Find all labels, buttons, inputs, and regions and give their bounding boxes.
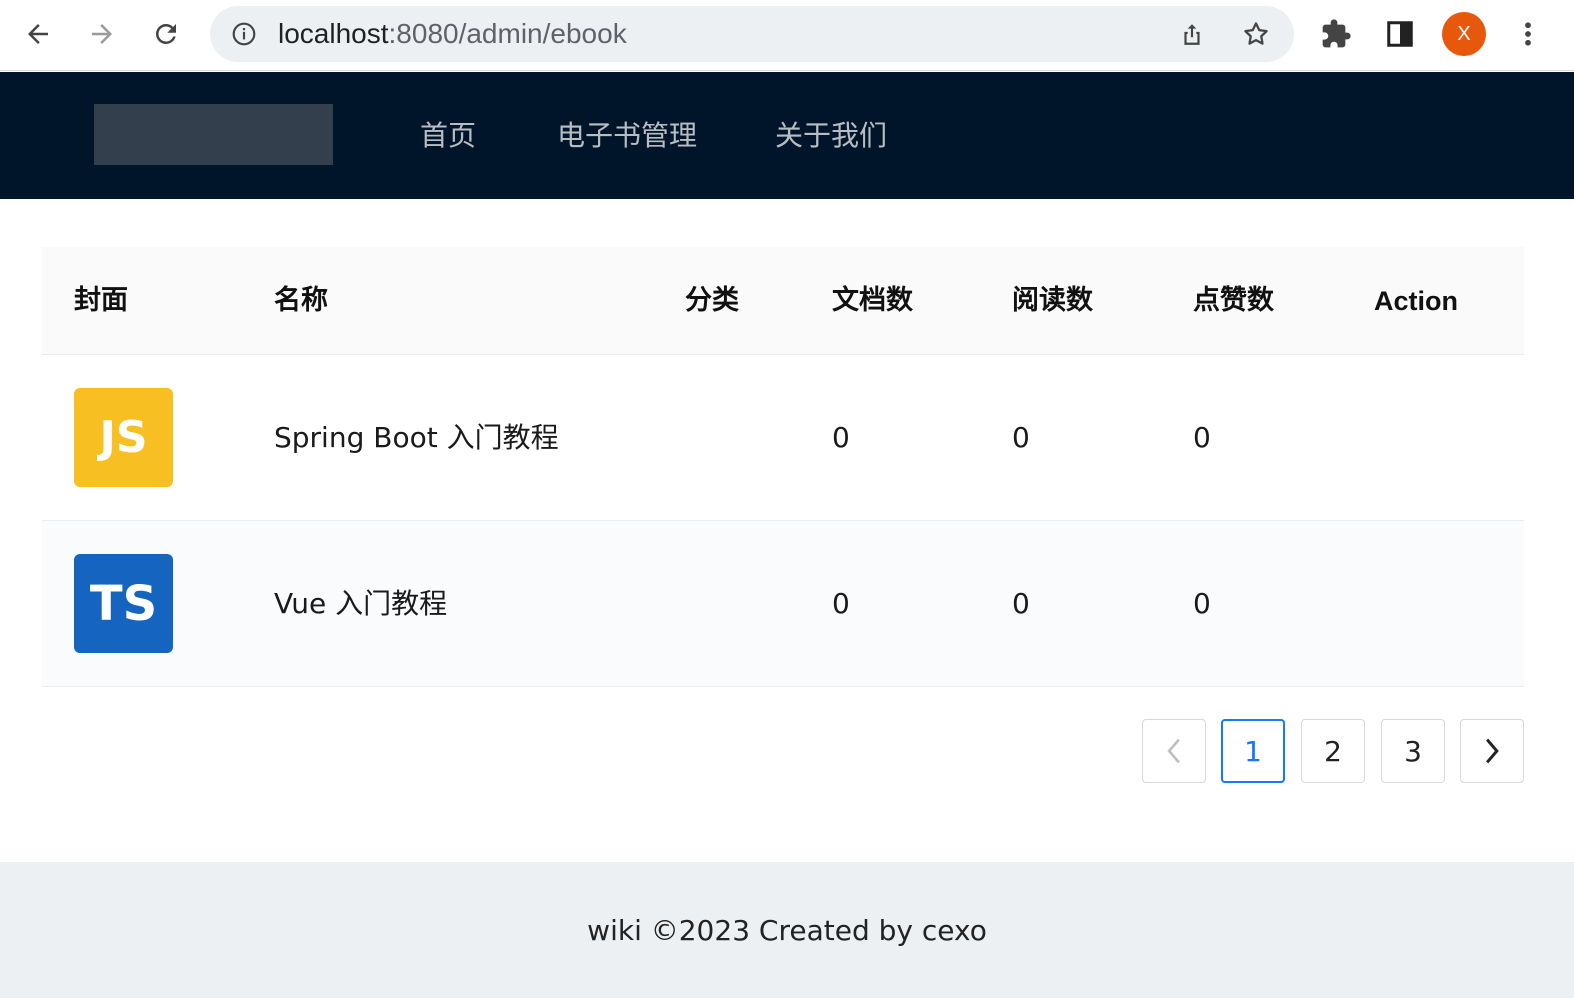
- table-row: TS Vue 入门教程 0 0 0: [42, 521, 1524, 687]
- pagination-page-3[interactable]: 3: [1381, 719, 1445, 783]
- cover-text: JS: [99, 412, 148, 463]
- profile-avatar[interactable]: X: [1442, 12, 1486, 56]
- forward-button[interactable]: [78, 10, 126, 58]
- cover-image-ts: TS: [74, 554, 173, 653]
- cell-name: Vue 入门教程: [274, 587, 448, 620]
- side-panel-icon[interactable]: [1380, 14, 1420, 54]
- column-header-view-count: 阅读数: [1012, 285, 1093, 316]
- menu-item-home[interactable]: 首页: [420, 72, 476, 199]
- column-header-name: 名称: [274, 285, 328, 316]
- arrow-right-icon: [92, 24, 112, 44]
- share-icon[interactable]: [1176, 18, 1208, 50]
- footer-text: wiki ©2023 Created by cexo: [587, 913, 987, 947]
- column-header-category: 分类: [685, 285, 739, 316]
- pagination-next-button[interactable]: [1460, 719, 1524, 783]
- url-text[interactable]: localhost:8080/admin/ebook: [278, 6, 627, 62]
- chevron-right-icon: [1486, 738, 1499, 764]
- back-button[interactable]: [14, 10, 62, 58]
- column-header-cover: 封面: [74, 285, 128, 316]
- cell-view-count: 0: [1012, 421, 1030, 454]
- table-row: JS Spring Boot 入门教程 0 0 0: [42, 355, 1524, 521]
- arrow-left-icon: [28, 24, 48, 44]
- address-bar[interactable]: localhost:8080/admin/ebook: [210, 6, 1294, 62]
- menu-item-about-us[interactable]: 关于我们: [775, 72, 887, 199]
- menu-item-ebook-management[interactable]: 电子书管理: [557, 72, 697, 199]
- table-header: 封面 名称 分类 文档数 阅读数 点赞数 Action: [42, 247, 1524, 355]
- column-header-doc-count: 文档数: [832, 285, 913, 316]
- cell-doc-count: 0: [832, 587, 850, 620]
- url-path: :8080/admin/ebook: [388, 18, 627, 49]
- column-header-vote-count: 点赞数: [1193, 285, 1274, 316]
- extensions-puzzle-icon[interactable]: [1316, 14, 1356, 54]
- pagination-page-1[interactable]: 1: [1221, 719, 1285, 783]
- cell-name: Spring Boot 入门教程: [274, 421, 559, 454]
- page-footer: wiki ©2023 Created by cexo: [0, 862, 1574, 998]
- bookmark-star-icon[interactable]: [1240, 18, 1272, 50]
- chevron-left-icon: [1167, 738, 1180, 764]
- ebook-table: 封面 名称 分类 文档数 阅读数 点赞数 Action JS Spring Bo…: [42, 247, 1524, 687]
- browser-toolbar: localhost:8080/admin/ebook X: [0, 0, 1574, 71]
- reload-icon: [156, 23, 176, 44]
- cell-vote-count: 0: [1193, 421, 1211, 454]
- pagination-page-2[interactable]: 2: [1301, 719, 1365, 783]
- cover-image-js: JS: [74, 388, 173, 487]
- cell-view-count: 0: [1012, 587, 1030, 620]
- cell-vote-count: 0: [1193, 587, 1211, 620]
- site-info-icon[interactable]: [230, 20, 258, 48]
- cover-text: TS: [89, 575, 158, 632]
- app-header: 首页 电子书管理 关于我们: [0, 72, 1574, 199]
- cell-doc-count: 0: [832, 421, 850, 454]
- reload-button[interactable]: [142, 10, 190, 58]
- logo-placeholder: [94, 104, 333, 165]
- url-host: localhost: [278, 18, 389, 49]
- more-menu-icon[interactable]: [1508, 14, 1548, 54]
- pagination-prev-button[interactable]: [1142, 719, 1206, 783]
- column-header-action: Action: [1374, 286, 1458, 316]
